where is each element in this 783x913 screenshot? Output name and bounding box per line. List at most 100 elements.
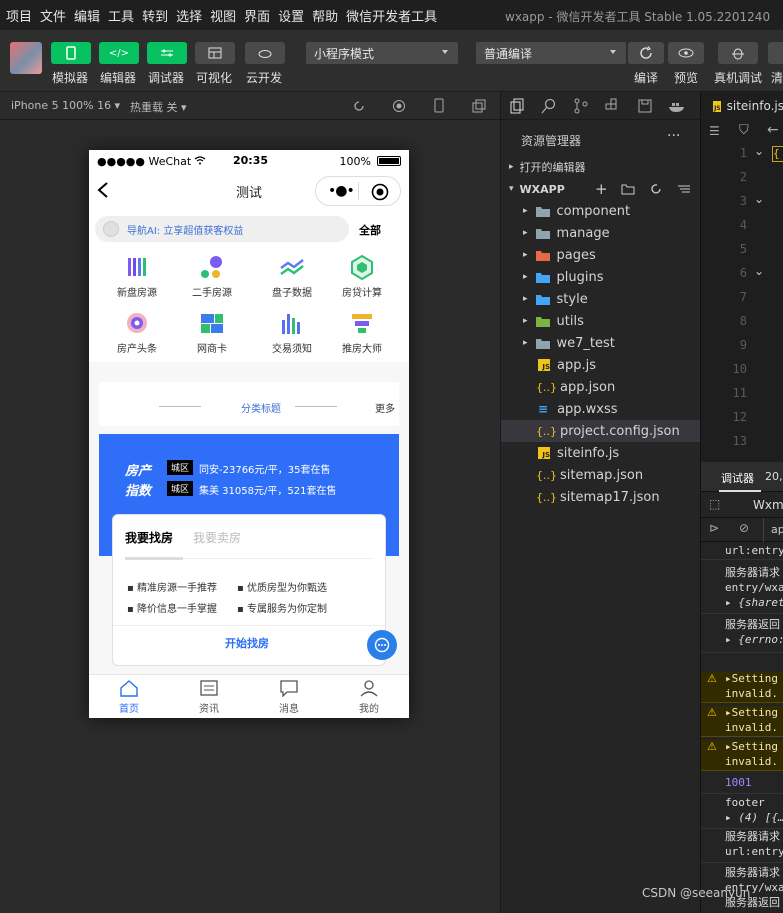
grid-item-promo-master[interactable]: 推房大师 [322, 310, 402, 355]
back-arrow-icon[interactable]: ← [767, 122, 779, 138]
tab-messages[interactable]: 消息 [249, 679, 329, 715]
fold-chevron-icon[interactable]: ⌄ [754, 144, 764, 158]
popout-icon[interactable] [472, 99, 486, 113]
start-search-button[interactable]: 开始找房 [225, 635, 269, 651]
stop-icon[interactable] [392, 99, 406, 113]
folder-utils[interactable]: ▸ utils [501, 310, 701, 332]
code-brace: { [772, 146, 783, 162]
list-icon[interactable]: ☰ [709, 124, 720, 138]
file-app-js[interactable]: JS app.js [501, 354, 701, 376]
section-more-link[interactable]: 更多 [375, 400, 395, 415]
menu-interface[interactable]: 界面 [244, 6, 270, 25]
grid-item-net-card[interactable]: 网商卡 [172, 310, 252, 355]
folder-pages[interactable]: ▸ pages [501, 244, 701, 266]
editor-button[interactable]: </> [99, 42, 139, 64]
debugger-button[interactable] [147, 42, 187, 64]
real-debug-button[interactable] [718, 42, 758, 64]
menu-view[interactable]: 视图 [210, 6, 236, 25]
collapse-all-icon[interactable] [677, 183, 691, 195]
menu-settings[interactable]: 设置 [278, 6, 304, 25]
grid-item-mortgage-calc[interactable]: 房贷计算 [322, 254, 402, 299]
folder-component[interactable]: ▸ component [501, 200, 701, 222]
tab-news[interactable]: 资讯 [169, 679, 249, 715]
cloud-button[interactable] [245, 42, 285, 64]
file-sitemap-json[interactable]: {..} sitemap.json [501, 464, 701, 486]
folder-manage[interactable]: ▸ manage [501, 222, 701, 244]
grid-item-second-hand[interactable]: 二手房源 [172, 254, 252, 299]
tab-sell-home[interactable]: 我要卖房 [193, 529, 241, 546]
menu-file[interactable]: 文件 [40, 6, 66, 25]
grid-item-market-data[interactable]: 盘子数据 [252, 254, 332, 299]
file-siteinfo-js[interactable]: JS siteinfo.js [501, 442, 701, 464]
tab-find-home[interactable]: 我要找房 [125, 529, 173, 546]
grid-item-headlines[interactable]: 房产头条 [97, 310, 177, 355]
console-row: 1001 [701, 776, 783, 794]
watermark: CSDN @seeanyun [642, 886, 751, 900]
source-control-icon[interactable] [573, 98, 589, 114]
compile-select[interactable]: 普通编译 [476, 42, 626, 64]
grid-item-new-homes[interactable]: 新盘房源 [97, 254, 177, 299]
search-icon[interactable] [541, 98, 557, 114]
folder-label: we7_test [556, 335, 615, 351]
file-sitemap17-json[interactable]: {..} sitemap17.json [501, 486, 701, 508]
refresh-explorer-icon[interactable] [649, 182, 663, 196]
menu-tools[interactable]: 工具 [108, 6, 134, 25]
menu-help[interactable]: 帮助 [312, 6, 338, 25]
workspace-root[interactable]: ▾ WXAPP + [501, 178, 701, 200]
inspect-icon[interactable]: ⬚ [709, 497, 720, 511]
editor-tab-siteinfo[interactable]: JS siteinfo.js [701, 92, 783, 120]
new-file-icon[interactable]: + [595, 180, 608, 198]
chat-fab[interactable] [367, 630, 397, 660]
avatar[interactable] [10, 42, 42, 74]
close-mini-program-icon[interactable] [371, 183, 389, 201]
docker-whale-icon[interactable] [667, 98, 687, 114]
menu-wechat-devtools[interactable]: 微信开发者工具 [346, 6, 437, 25]
extensions-icon[interactable] [605, 98, 621, 114]
fold-chevron-icon[interactable]: ⌄ [754, 264, 764, 278]
tab-debugger[interactable]: 调试器 [721, 470, 754, 486]
simulator-button[interactable] [51, 42, 91, 64]
bookmark-icon[interactable]: ⛉ [739, 123, 749, 138]
open-editors-section[interactable]: ▸ 打开的编辑器 [501, 156, 701, 178]
compile-button[interactable] [628, 42, 664, 64]
folder-we7-test[interactable]: ▸ we7_test [501, 332, 701, 354]
file-app-wxss[interactable]: ≡ app.wxss [501, 398, 701, 420]
tab-home[interactable]: 首页 [89, 679, 169, 715]
more-dots-icon[interactable]: •●• [328, 183, 355, 199]
visual-button[interactable] [195, 42, 235, 64]
search-all-link[interactable]: 全部 [359, 222, 381, 238]
file-app-json[interactable]: {..} app.json [501, 376, 701, 398]
folder-plugins[interactable]: ▸ plugins [501, 266, 701, 288]
tab-wxml[interactable]: Wxml [753, 498, 783, 512]
capsule-menu[interactable]: •●• [315, 176, 401, 206]
clear-console-icon[interactable]: ⊘ [739, 521, 749, 535]
tab-mine[interactable]: 我的 [329, 679, 409, 715]
search-banner-text: 导航AI: 立享超值获客权益 [127, 225, 244, 237]
device-select[interactable]: iPhone 5 100% 16 ▾ [11, 99, 120, 112]
console-row[interactable]: ▸ {errno: [701, 633, 783, 653]
device-icon[interactable] [433, 98, 445, 114]
file-project-config-json[interactable]: {..} project.config.json [501, 420, 701, 442]
search-banner[interactable]: 导航AI: 立享超值获客权益 [95, 216, 349, 242]
devtools-tab-bar: ⬚ Wxml [701, 492, 783, 518]
new-folder-icon[interactable] [621, 183, 635, 195]
files-icon[interactable] [509, 98, 525, 114]
hotreload-select[interactable]: 热重载 关 ▾ [130, 99, 187, 115]
mode-select[interactable]: 小程序模式 [306, 42, 458, 64]
fold-chevron-icon[interactable]: ⌄ [754, 192, 764, 206]
menu-select[interactable]: 选择 [176, 6, 202, 25]
sidebar-toggle-icon[interactable]: ⊳ [709, 521, 719, 535]
console-filter-input[interactable]: ap [771, 523, 783, 536]
menu-project[interactable]: 项目 [6, 6, 32, 25]
preview-button[interactable] [668, 42, 704, 64]
save-icon[interactable] [637, 98, 653, 114]
menu-goto[interactable]: 转到 [142, 6, 168, 25]
more-actions-icon[interactable]: ··· [667, 128, 680, 144]
clear-button[interactable] [768, 42, 783, 64]
folder-style[interactable]: ▸ style [501, 288, 701, 310]
console-row[interactable]: ▸ {sharet [701, 596, 783, 614]
grid-item-trade-notes[interactable]: 交易须知 [252, 310, 332, 355]
console-row[interactable]: ▸ (4) [{… [701, 811, 783, 829]
rotate-icon[interactable] [352, 99, 366, 113]
menu-edit[interactable]: 编辑 [74, 6, 100, 25]
